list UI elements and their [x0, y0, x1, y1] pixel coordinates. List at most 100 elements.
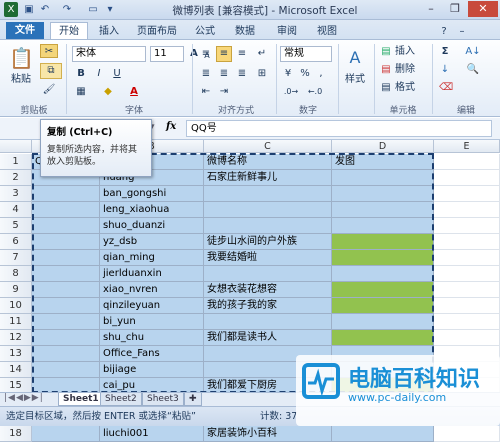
function-icon[interactable]: fx	[166, 121, 182, 132]
cell-a[interactable]	[32, 346, 100, 362]
cell-d[interactable]	[332, 218, 434, 234]
row-header[interactable]: 7	[0, 250, 32, 266]
cell-e[interactable]	[434, 282, 500, 298]
cell-a[interactable]	[32, 250, 100, 266]
tab-review[interactable]: 审阅	[272, 23, 302, 40]
cell-b[interactable]: bijiage	[100, 362, 204, 378]
cell-a[interactable]	[32, 330, 100, 346]
cell-c[interactable]	[204, 202, 332, 218]
cell-e[interactable]	[434, 154, 500, 170]
cell-b[interactable]: shuo_duanzi	[100, 218, 204, 234]
font-name-select[interactable]: 宋体	[72, 46, 146, 62]
row-header[interactable]: 6	[0, 234, 32, 250]
row-header[interactable]: 9	[0, 282, 32, 298]
cell-e[interactable]	[434, 186, 500, 202]
column-header-d[interactable]: D	[332, 140, 434, 153]
cell-b[interactable]: shu_chu	[100, 330, 204, 346]
row-header[interactable]: 12	[0, 330, 32, 346]
fill-color-icon[interactable]: ◆	[100, 84, 116, 100]
borders-icon[interactable]: ▦	[74, 84, 88, 100]
cell-a[interactable]	[32, 282, 100, 298]
tab-formulas[interactable]: 公式	[190, 23, 220, 40]
format-painter-icon[interactable]: 🖌	[40, 82, 58, 96]
sheet-tab-sheet3[interactable]: Sheet3	[142, 393, 184, 406]
cell-a[interactable]	[32, 202, 100, 218]
cell-c[interactable]: 徒步山水间的户外族	[204, 234, 332, 250]
cell-e[interactable]	[434, 266, 500, 282]
cell-d[interactable]	[332, 298, 434, 314]
column-header-c[interactable]: C	[204, 140, 332, 153]
delete-cells-icon[interactable]: ▤	[380, 62, 392, 78]
row-header[interactable]: 8	[0, 266, 32, 282]
cell-b[interactable]: bi_yun	[100, 314, 204, 330]
customize-quick-access-icon[interactable]: ▾	[104, 2, 116, 17]
cell-b[interactable]: liuchi001	[100, 426, 204, 442]
open-folder-icon[interactable]: ▭	[86, 2, 100, 17]
align-right-icon[interactable]: ≣	[234, 66, 250, 82]
cell-d[interactable]	[332, 330, 434, 346]
percent-button[interactable]: %	[298, 66, 312, 82]
cell-d[interactable]	[332, 314, 434, 330]
italic-button[interactable]: I	[92, 66, 106, 82]
cell-d[interactable]	[332, 426, 434, 442]
tab-file[interactable]: 文件	[6, 22, 44, 40]
tab-data[interactable]: 数据	[230, 23, 260, 40]
copy-icon[interactable]: ⧉	[40, 63, 62, 79]
cell-c[interactable]: 石家庄新鲜事儿	[204, 170, 332, 186]
close-icon[interactable]: ✕	[468, 1, 498, 17]
cell-b[interactable]: yz_dsb	[100, 234, 204, 250]
cell-c[interactable]: 我的孩子我的家	[204, 298, 332, 314]
cell-b[interactable]: jierlduanxin	[100, 266, 204, 282]
save-icon[interactable]: ▣	[22, 2, 36, 17]
sheet-tab-sheet2[interactable]: Sheet2	[100, 393, 142, 406]
sort-filter-icon[interactable]: A↓	[462, 44, 484, 60]
align-left-icon[interactable]: ≣	[198, 66, 214, 82]
paste-button[interactable]: 粘贴	[8, 72, 34, 88]
select-all-corner[interactable]	[0, 140, 32, 153]
row-header[interactable]: 10	[0, 298, 32, 314]
undo-icon[interactable]: ↶	[38, 2, 52, 17]
cell-b[interactable]: qinzileyuan	[100, 298, 204, 314]
sheet-nav-arrows-icon[interactable]: |◀◀▶▶|	[4, 393, 44, 403]
cell-e[interactable]	[434, 170, 500, 186]
find-select-icon[interactable]: 🔍	[462, 62, 484, 78]
cell-e[interactable]	[434, 298, 500, 314]
cell-d[interactable]	[332, 202, 434, 218]
align-top-icon[interactable]: ≡	[198, 46, 214, 62]
cut-icon[interactable]: ✂	[40, 44, 58, 58]
cell-b[interactable]: leng_xiaohua	[100, 202, 204, 218]
align-middle-icon[interactable]: ≡	[216, 46, 232, 62]
cell-a[interactable]	[32, 218, 100, 234]
cell-c[interactable]: 微博名称	[204, 154, 332, 170]
redo-icon[interactable]: ↷	[60, 2, 74, 17]
cell-d[interactable]: 发图	[332, 154, 434, 170]
cell-c[interactable]	[204, 218, 332, 234]
cell-c[interactable]: 我要结婚啦	[204, 250, 332, 266]
cell-e[interactable]	[434, 250, 500, 266]
column-header-e[interactable]: E	[434, 140, 500, 153]
decrease-indent-icon[interactable]: ⇤	[198, 84, 214, 100]
increase-indent-icon[interactable]: ⇥	[216, 84, 232, 100]
cell-a[interactable]	[32, 426, 100, 442]
cell-a[interactable]	[32, 266, 100, 282]
font-color-icon[interactable]: A	[126, 84, 142, 100]
underline-button[interactable]: U	[110, 66, 124, 82]
row-header[interactable]: 4	[0, 202, 32, 218]
minimize-icon[interactable]: –	[420, 1, 442, 17]
cell-b[interactable]: xiao_nvren	[100, 282, 204, 298]
cell-a[interactable]	[32, 186, 100, 202]
cell-e[interactable]	[434, 330, 500, 346]
currency-icon[interactable]: ¥	[280, 66, 296, 82]
align-bottom-icon[interactable]: ≡	[234, 46, 250, 62]
merge-cells-icon[interactable]: ⊞	[254, 66, 270, 82]
decrease-decimal-icon[interactable]: ←.0	[304, 84, 326, 100]
insert-sheet-icon[interactable]: ✚	[184, 393, 202, 406]
fill-icon[interactable]: ↓	[438, 62, 452, 78]
insert-cells-icon[interactable]: ▤	[380, 44, 392, 60]
excel-app-icon[interactable]: X	[4, 2, 18, 17]
number-format-select[interactable]: 常规	[280, 46, 332, 62]
cell-e[interactable]	[434, 426, 500, 442]
row-header[interactable]: 1	[0, 154, 32, 170]
cell-d[interactable]	[332, 266, 434, 282]
cell-c[interactable]	[204, 186, 332, 202]
